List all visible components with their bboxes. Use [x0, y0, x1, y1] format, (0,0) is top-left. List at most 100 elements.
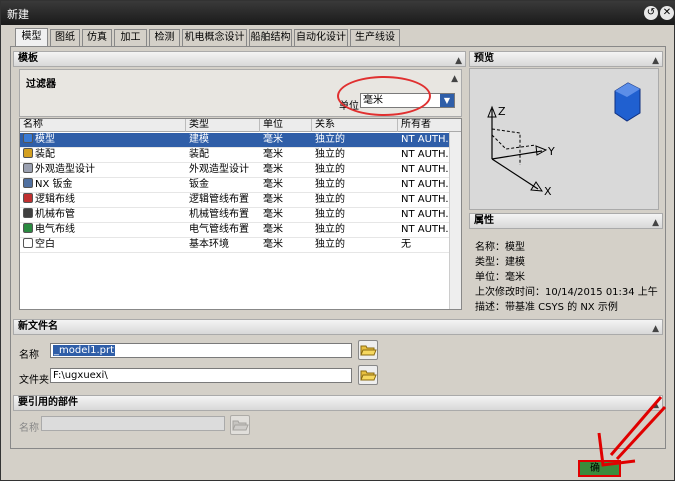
- cell-owner: NT AUTH...: [398, 208, 450, 222]
- cell-unit: 毫米: [260, 148, 312, 162]
- cell-text: NT AUTH...: [401, 194, 450, 205]
- referenced-part-section-header[interactable]: 要引用的部件 ▲: [13, 395, 663, 411]
- cell-text: 独立的: [315, 179, 345, 190]
- csys-preview-graphic: Z Y X: [487, 82, 641, 198]
- y-axis-line: [491, 150, 543, 160]
- cell-text: NT AUTH...: [401, 164, 450, 175]
- cell-relation: 独立的: [312, 133, 398, 147]
- cell-text: 毫米: [263, 149, 283, 160]
- cell-type: 钣金: [186, 178, 260, 192]
- csys-plane-lines: [491, 128, 521, 165]
- cell-text: 装配: [35, 149, 55, 160]
- tab-mechatronics[interactable]: 机电概念设计: [182, 29, 247, 46]
- cell-name: 装配: [20, 148, 186, 162]
- cell-text: 钣金: [189, 179, 209, 190]
- close-icon[interactable]: ✕: [660, 6, 674, 20]
- tab-drawing[interactable]: 图纸: [50, 29, 80, 46]
- section-title: 预览: [474, 53, 494, 64]
- cell-text: 独立的: [315, 149, 345, 160]
- tab-automation-design[interactable]: 自动化设计: [294, 29, 348, 46]
- referenced-name-label: 名称: [19, 423, 39, 434]
- cell-text: 逻辑布线: [35, 194, 75, 205]
- column-header-unit[interactable]: 单位: [260, 119, 312, 132]
- logical-routing-icon: [23, 193, 33, 203]
- mechanical-routing-icon: [23, 208, 33, 218]
- cell-type: 装配: [186, 148, 260, 162]
- tab-model[interactable]: 模型: [15, 28, 48, 47]
- cell-text: NX 钣金: [35, 179, 73, 190]
- cell-unit: 毫米: [260, 163, 312, 177]
- collapse-icon[interactable]: ▲: [652, 54, 659, 68]
- file-name-input[interactable]: _model1.prt: [50, 343, 352, 358]
- shape-studio-icon: [23, 163, 33, 173]
- table-row[interactable]: 模型 建模 毫米 独立的 NT AUTH...: [20, 133, 450, 148]
- window-title: 新建: [7, 8, 29, 21]
- cell-owner: NT AUTH...: [398, 163, 450, 177]
- table-row[interactable]: NX 钣金 钣金 毫米 独立的 NT AUTH...: [20, 178, 450, 193]
- browse-name-button[interactable]: [358, 340, 378, 360]
- template-table: 名称 类型 单位 关系 所有者 模型 建模 毫米 独立的 NT AUTH... 装配 装配毫…: [19, 118, 462, 310]
- cell-text: 毫米: [263, 179, 283, 190]
- property-modified: 上次修改时间：10/14/2015 01:34 上午: [475, 287, 658, 298]
- browse-folder-button[interactable]: [358, 365, 378, 385]
- vertical-scrollbar[interactable]: [449, 132, 461, 309]
- cell-owner: NT AUTH...: [398, 133, 450, 147]
- y-axis-arrow: [535, 145, 548, 156]
- tab-manufacturing[interactable]: 加工: [114, 29, 147, 46]
- new-file-section-header[interactable]: 新文件名 ▲: [13, 319, 663, 335]
- table-row[interactable]: 外观造型设计 外观造型设计 毫米 独立的 NT AUTH...: [20, 163, 450, 178]
- properties-section-header[interactable]: 属性 ▲: [469, 213, 663, 229]
- table-row[interactable]: 空白 基本环境 毫米 独立的 无: [20, 238, 450, 253]
- section-title: 新文件名: [18, 321, 58, 332]
- chevron-down-icon[interactable]: ▼: [440, 94, 454, 107]
- tab-ship-structure[interactable]: 船舶结构: [249, 29, 292, 46]
- referenced-name-input: [41, 416, 225, 431]
- tab-inspection[interactable]: 检测: [149, 29, 180, 46]
- cell-owner: NT AUTH...: [398, 148, 450, 162]
- cell-type: 电气管线布置: [186, 223, 260, 237]
- preview-section-header[interactable]: 预览 ▲: [469, 51, 663, 67]
- y-axis-label: Y: [547, 145, 555, 158]
- cell-unit: 毫米: [260, 223, 312, 237]
- new-file-dialog: 新建 ↺ ✕ 模型 图纸 仿真 加工 检测 机电概念设计 船舶结构 自动化设计 …: [0, 0, 675, 481]
- tab-label: 仿真: [87, 32, 107, 43]
- column-header-relation[interactable]: 关系: [312, 119, 398, 132]
- cell-text: 独立的: [315, 239, 345, 250]
- tab-simulation[interactable]: 仿真: [82, 29, 112, 46]
- cell-type: 逻辑管线布置: [186, 193, 260, 207]
- column-header-type[interactable]: 类型: [186, 119, 260, 132]
- table-row[interactable]: 电气布线 电气管线布置 毫米 独立的 NT AUTH...: [20, 223, 450, 238]
- column-header-owner[interactable]: 所有者: [398, 119, 461, 132]
- cell-text: 建模: [189, 134, 209, 145]
- folder-input[interactable]: F:\ugxuexi\: [50, 368, 352, 383]
- reset-icon[interactable]: ↺: [644, 6, 658, 20]
- section-title: 属性: [474, 215, 494, 226]
- table-row[interactable]: 装配 装配 毫米 独立的 NT AUTH...: [20, 148, 450, 163]
- table-row[interactable]: 逻辑布线 逻辑管线布置 毫米 独立的 NT AUTH...: [20, 193, 450, 208]
- cell-unit: 毫米: [260, 178, 312, 192]
- section-title: 要引用的部件: [18, 397, 78, 408]
- cell-text: 独立的: [315, 164, 345, 175]
- preview-image: Z Y X: [469, 68, 659, 210]
- tab-line-designer[interactable]: 生产线设计: [350, 29, 400, 59]
- collapse-icon[interactable]: ▲: [455, 54, 462, 68]
- tab-label: 船舶结构: [250, 32, 291, 43]
- cell-relation: 独立的: [312, 193, 398, 207]
- property-name: 名称：模型: [475, 242, 525, 253]
- collapse-icon[interactable]: ▲: [652, 322, 659, 336]
- cell-text: 装配: [189, 149, 209, 160]
- cell-name: 电气布线: [20, 223, 186, 237]
- cell-name: 机械布管: [20, 208, 186, 222]
- folder-open-icon: [360, 370, 377, 381]
- table-row[interactable]: 机械布管 机械管线布置 毫米 独立的 NT AUTH...: [20, 208, 450, 223]
- filter-title: 过滤器: [26, 79, 56, 90]
- collapse-icon[interactable]: ▲: [652, 216, 659, 230]
- cell-text: NT AUTH...: [401, 224, 450, 235]
- file-name-label: 名称: [19, 350, 39, 361]
- collapse-icon[interactable]: ▲: [451, 74, 458, 84]
- x-axis-arrow: [530, 181, 543, 192]
- cell-text: 外观造型设计: [189, 164, 249, 175]
- templates-section-header[interactable]: 模板 ▲: [13, 51, 466, 67]
- column-header-name[interactable]: 名称: [20, 119, 186, 132]
- cell-text: 独立的: [315, 209, 345, 220]
